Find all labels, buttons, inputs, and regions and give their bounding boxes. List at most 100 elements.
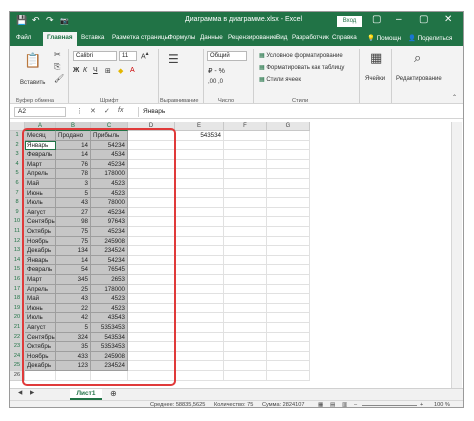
font-size-up-icon[interactable]: A▴: [141, 51, 149, 60]
search-icon[interactable]: ⌕: [414, 50, 421, 66]
cell[interactable]: [175, 169, 224, 179]
cell[interactable]: Декабрь: [25, 246, 56, 256]
tab-file[interactable]: Файл: [16, 34, 31, 41]
cell[interactable]: Апрель: [25, 169, 56, 179]
cell[interactable]: [128, 313, 175, 323]
cell[interactable]: [175, 361, 224, 371]
cell-styles-button[interactable]: ▦ Стили ячеек: [259, 76, 301, 83]
close-icon[interactable]: ✕: [444, 14, 452, 25]
cell[interactable]: [267, 188, 310, 199]
cell[interactable]: Месяц: [25, 131, 56, 141]
cell[interactable]: [128, 159, 175, 170]
row-header[interactable]: 20: [10, 313, 25, 323]
cell[interactable]: Май: [25, 179, 56, 189]
cell[interactable]: Июль: [25, 198, 56, 208]
underline-icon[interactable]: Ч: [93, 67, 98, 74]
sheet-tab[interactable]: Лист1: [70, 389, 102, 400]
cell[interactable]: [267, 342, 310, 352]
cell[interactable]: [175, 159, 224, 170]
font-name-select[interactable]: Calibri: [73, 51, 117, 61]
cell[interactable]: 178000: [91, 169, 128, 179]
cell[interactable]: [128, 371, 175, 381]
font-size-select[interactable]: 11: [119, 51, 137, 61]
tab-insert[interactable]: Вставка: [81, 34, 104, 41]
row-header[interactable]: 16: [10, 275, 25, 285]
minimize-icon[interactable]: –: [396, 14, 402, 25]
cell[interactable]: [267, 227, 310, 237]
cell[interactable]: [267, 294, 310, 304]
row-header[interactable]: 24: [10, 351, 25, 362]
cell[interactable]: [175, 332, 224, 343]
cell[interactable]: [128, 255, 175, 266]
cell[interactable]: 234524: [91, 361, 128, 371]
cell[interactable]: [128, 150, 175, 160]
cell[interactable]: [267, 303, 310, 314]
cell[interactable]: 54234: [91, 140, 128, 151]
row-header[interactable]: 9: [10, 207, 25, 218]
row-header[interactable]: 1: [10, 131, 25, 141]
row-header[interactable]: 10: [10, 217, 25, 227]
copy-icon[interactable]: ⎘: [54, 62, 60, 72]
cell[interactable]: [128, 303, 175, 314]
row-header[interactable]: 26: [10, 371, 25, 381]
row-header[interactable]: 8: [10, 198, 25, 208]
ribbon-display-icon[interactable]: ▢: [372, 14, 381, 25]
cut-icon[interactable]: ✂: [54, 50, 61, 59]
cell[interactable]: [175, 294, 224, 304]
cell[interactable]: [267, 361, 310, 371]
tab-review[interactable]: Рецензирование: [228, 34, 277, 41]
cell[interactable]: 4523: [91, 179, 128, 189]
cell[interactable]: [175, 284, 224, 295]
cell[interactable]: 5: [56, 323, 91, 333]
cell[interactable]: [224, 179, 267, 189]
cell[interactable]: [267, 371, 310, 381]
cell[interactable]: 234524: [91, 246, 128, 256]
cell[interactable]: 5353453: [91, 342, 128, 352]
name-box[interactable]: A2: [14, 107, 66, 117]
row-header[interactable]: 21: [10, 323, 25, 333]
signin-button[interactable]: Вход: [337, 16, 362, 27]
conditional-format-button[interactable]: ▦ Условное форматирование: [259, 52, 343, 59]
cell[interactable]: [224, 140, 267, 151]
cell[interactable]: [267, 217, 310, 227]
cell[interactable]: 543534: [91, 332, 128, 343]
cell[interactable]: [128, 284, 175, 295]
row-header[interactable]: 25: [10, 361, 25, 371]
cell[interactable]: [175, 236, 224, 247]
cell[interactable]: [267, 159, 310, 170]
cell[interactable]: [224, 236, 267, 247]
cell[interactable]: [267, 255, 310, 266]
cell[interactable]: [224, 150, 267, 160]
cell[interactable]: 78000: [91, 198, 128, 208]
cell[interactable]: [267, 313, 310, 323]
cell[interactable]: [128, 294, 175, 304]
cell[interactable]: [224, 198, 267, 208]
cell[interactable]: Август: [25, 323, 56, 333]
zoom-slider[interactable]: [362, 405, 417, 406]
cell[interactable]: Продано: [56, 131, 91, 141]
cell[interactable]: 123: [56, 361, 91, 371]
tab-data[interactable]: Данные: [200, 34, 223, 41]
column-header[interactable]: C: [91, 122, 128, 131]
column-header[interactable]: D: [128, 122, 175, 131]
cell[interactable]: Март: [25, 159, 56, 170]
cell[interactable]: [267, 207, 310, 218]
cell[interactable]: Октябрь: [25, 342, 56, 352]
cell[interactable]: [224, 265, 267, 275]
cell[interactable]: [267, 351, 310, 362]
cell[interactable]: [175, 323, 224, 333]
cell[interactable]: 27: [56, 207, 91, 218]
add-sheet-icon[interactable]: ⊕: [110, 389, 117, 398]
row-header[interactable]: 3: [10, 150, 25, 160]
cell[interactable]: Сентябрь: [25, 332, 56, 343]
cell[interactable]: [267, 179, 310, 189]
row-header[interactable]: 7: [10, 188, 25, 199]
cell[interactable]: Июнь: [25, 303, 56, 314]
cell[interactable]: [267, 236, 310, 247]
row-header[interactable]: 14: [10, 255, 25, 266]
cell[interactable]: [224, 246, 267, 256]
column-header[interactable]: G: [267, 122, 310, 131]
row-header[interactable]: 4: [10, 159, 25, 170]
cell[interactable]: [175, 265, 224, 275]
fill-color-icon[interactable]: ◆: [118, 67, 123, 75]
